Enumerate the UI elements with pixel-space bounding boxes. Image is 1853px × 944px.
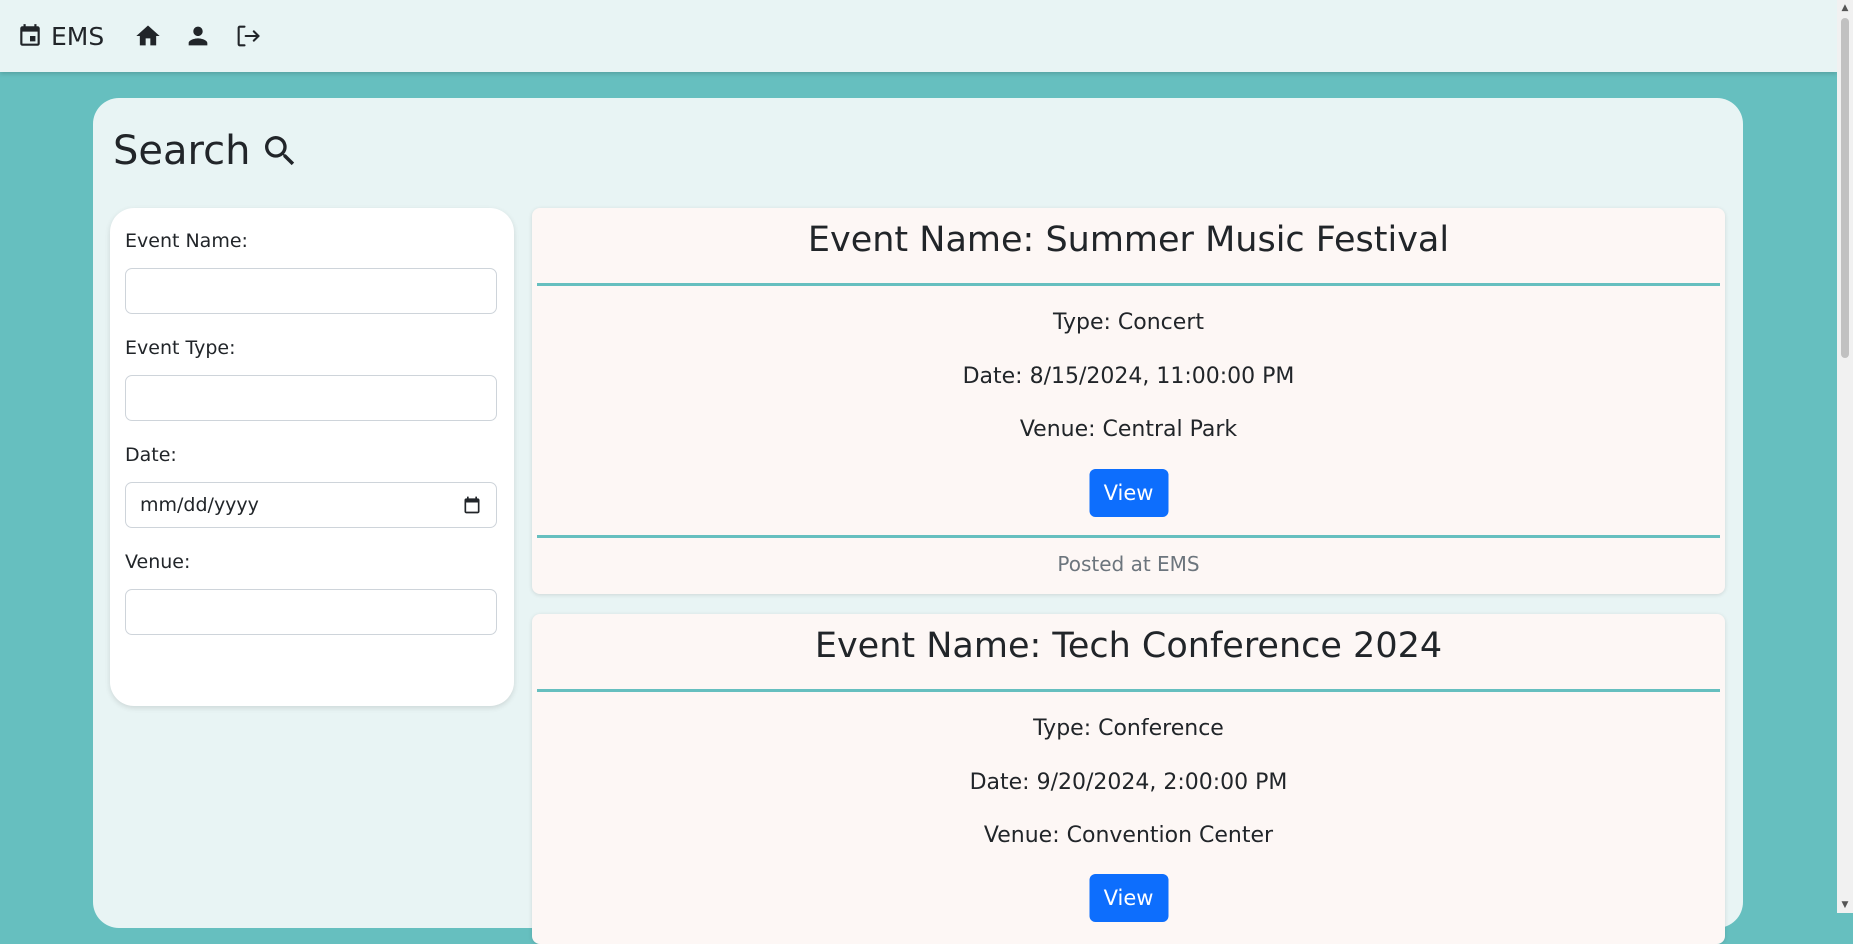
- search-icon: [265, 136, 295, 166]
- brand-link[interactable]: EMS: [17, 22, 104, 51]
- calendar-picker-icon[interactable]: [462, 495, 482, 515]
- event-type-label: Event Type:: [125, 337, 236, 359]
- search-heading: Search: [113, 128, 300, 174]
- event-venue: Venue: Convention Center: [983, 823, 1274, 848]
- logout-icon[interactable]: [234, 22, 262, 50]
- card-divider: [537, 283, 1720, 286]
- top-navbar: EMS: [0, 0, 1837, 72]
- event-type-input[interactable]: [125, 375, 497, 421]
- event-card: Event Name: Summer Music Festival Type: …: [532, 208, 1725, 594]
- calendar-icon: [20, 24, 40, 46]
- view-event-button[interactable]: View: [1089, 874, 1168, 922]
- venue-input[interactable]: [125, 589, 497, 635]
- event-type: Type: Conference: [1033, 716, 1224, 741]
- search-title-text: Search: [113, 128, 251, 174]
- search-filter-card: Event Name: Event Type: Date: mm/dd/yyyy…: [110, 208, 514, 706]
- event-title: Event Name: Tech Conference 2024: [814, 626, 1443, 666]
- date-input[interactable]: mm/dd/yyyy: [125, 482, 497, 528]
- venue-label: Venue:: [125, 551, 191, 573]
- scroll-up-arrow[interactable]: ▲: [1837, 0, 1853, 16]
- scroll-thumb[interactable]: [1841, 18, 1849, 358]
- view-event-button[interactable]: View: [1089, 469, 1168, 517]
- posted-at-text: Posted at EMS: [1057, 552, 1200, 576]
- event-name-label: Event Name:: [125, 230, 248, 252]
- event-name-input[interactable]: [125, 268, 497, 314]
- nav-icon-group: [134, 22, 284, 50]
- event-date: Date: 8/15/2024, 11:00:00 PM: [962, 364, 1295, 389]
- brand-name: EMS: [51, 21, 105, 51]
- event-type: Type: Concert: [1052, 310, 1204, 335]
- main-container: Search Event Name: Event Type: Date: mm/…: [93, 98, 1743, 944]
- user-icon[interactable]: [184, 22, 212, 50]
- date-placeholder: mm/dd/yyyy: [140, 494, 259, 516]
- scroll-down-arrow[interactable]: ▼: [1837, 897, 1853, 913]
- date-label: Date:: [125, 444, 177, 466]
- event-date: Date: 9/20/2024, 2:00:00 PM: [969, 770, 1288, 795]
- card-footer-divider: [537, 535, 1720, 538]
- event-venue: Venue: Central Park: [1019, 417, 1238, 442]
- page-scrollbar[interactable]: ▲ ▼: [1837, 0, 1853, 913]
- event-card: Event Name: Tech Conference 2024 Type: C…: [532, 614, 1725, 944]
- card-divider: [537, 689, 1720, 692]
- event-title: Event Name: Summer Music Festival: [807, 220, 1450, 260]
- home-icon[interactable]: [134, 22, 162, 50]
